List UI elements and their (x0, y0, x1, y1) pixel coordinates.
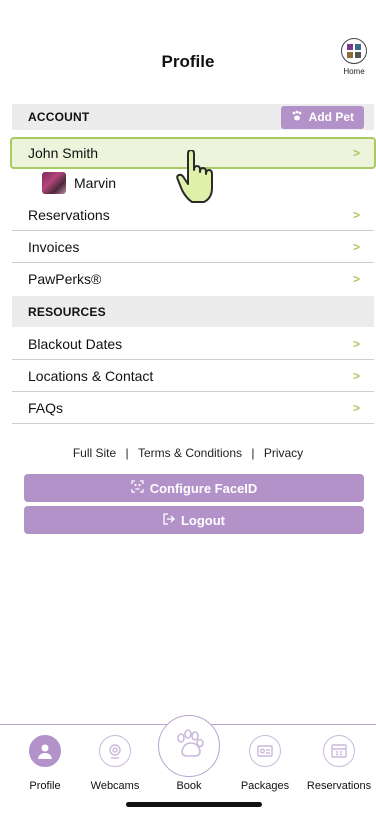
configure-faceid-button[interactable]: Configure FaceID (24, 474, 364, 502)
pet-name: Marvin (74, 175, 117, 191)
bottom-tab-bar: Profile Webcams Book Packages Reservatio… (0, 715, 376, 813)
logout-icon (163, 512, 175, 528)
add-pet-button[interactable]: Add Pet (280, 105, 364, 129)
resources-row-faqs[interactable]: FAQs > (12, 392, 374, 424)
tab-book[interactable]: Book (152, 780, 226, 792)
row-label: Reservations (28, 206, 110, 223)
privacy-link[interactable]: Privacy (264, 446, 303, 460)
webcam-icon (99, 735, 131, 767)
chevron-right-icon: > (352, 368, 360, 383)
account-row-invoices[interactable]: Invoices > (12, 231, 374, 263)
tab-label: Webcams (90, 780, 140, 792)
home-label: Home (343, 67, 365, 76)
tab-webcams[interactable]: Webcams (78, 735, 152, 792)
user-name: John Smith (28, 145, 99, 161)
chevron-right-icon: > (352, 239, 360, 254)
resources-row-blackout-dates[interactable]: Blackout Dates > (12, 328, 374, 360)
resources-row-locations-contact[interactable]: Locations & Contact > (12, 360, 374, 392)
footer-links: Full Site | Terms & Conditions | Privacy (0, 446, 376, 460)
resources-section-title: RESOURCES (28, 304, 106, 319)
resources-section-header: RESOURCES (12, 296, 374, 327)
row-label: PawPerks® (28, 271, 102, 287)
pointing-hand-icon (176, 149, 216, 209)
account-row-pawperks[interactable]: PawPerks® > (12, 263, 374, 295)
logout-button[interactable]: Logout (24, 506, 364, 534)
footer-separator: | (125, 446, 129, 460)
chevron-right-icon: > (352, 336, 360, 351)
full-site-link[interactable]: Full Site (73, 446, 116, 460)
tab-profile[interactable]: Profile (8, 735, 82, 792)
pet-avatar (42, 172, 66, 194)
logout-label: Logout (180, 512, 226, 528)
profile-icon (29, 735, 61, 767)
paw-icon (172, 727, 206, 766)
tab-reservations[interactable]: Reservations (302, 735, 376, 792)
packages-icon (249, 735, 281, 767)
tab-label: Packages (240, 780, 290, 792)
row-label: FAQs (28, 399, 64, 416)
chevron-right-icon: > (352, 400, 360, 415)
page-title: Profile (161, 52, 215, 71)
home-indicator (126, 802, 262, 807)
tab-label: Reservations (306, 780, 372, 792)
row-label: Locations & Contact (28, 367, 154, 384)
pet-row-marvin[interactable]: Marvin (42, 170, 116, 196)
terms-link[interactable]: Terms & Conditions (138, 446, 242, 460)
book-button[interactable] (158, 715, 220, 777)
reservations-icon (323, 735, 355, 767)
faceid-label: Configure FaceID (149, 480, 258, 496)
row-label: Invoices (28, 238, 80, 255)
header: Profile Home (0, 0, 376, 96)
tab-packages[interactable]: Packages (228, 735, 302, 792)
add-pet-label: Add Pet (308, 110, 354, 124)
account-section-title: ACCOUNT (28, 110, 90, 124)
home-button[interactable]: Home (338, 38, 370, 76)
row-label: Blackout Dates (28, 335, 123, 352)
tab-label: Book (176, 780, 202, 792)
footer-separator: | (251, 446, 255, 460)
tab-label: Profile (29, 780, 61, 792)
paw-icon (291, 110, 303, 125)
account-section-header: ACCOUNT Add Pet (12, 104, 374, 130)
chevron-right-icon: > (352, 146, 360, 160)
chevron-right-icon: > (352, 207, 360, 222)
chevron-right-icon: > (352, 272, 360, 286)
home-icon (341, 38, 367, 64)
faceid-icon (131, 480, 144, 496)
